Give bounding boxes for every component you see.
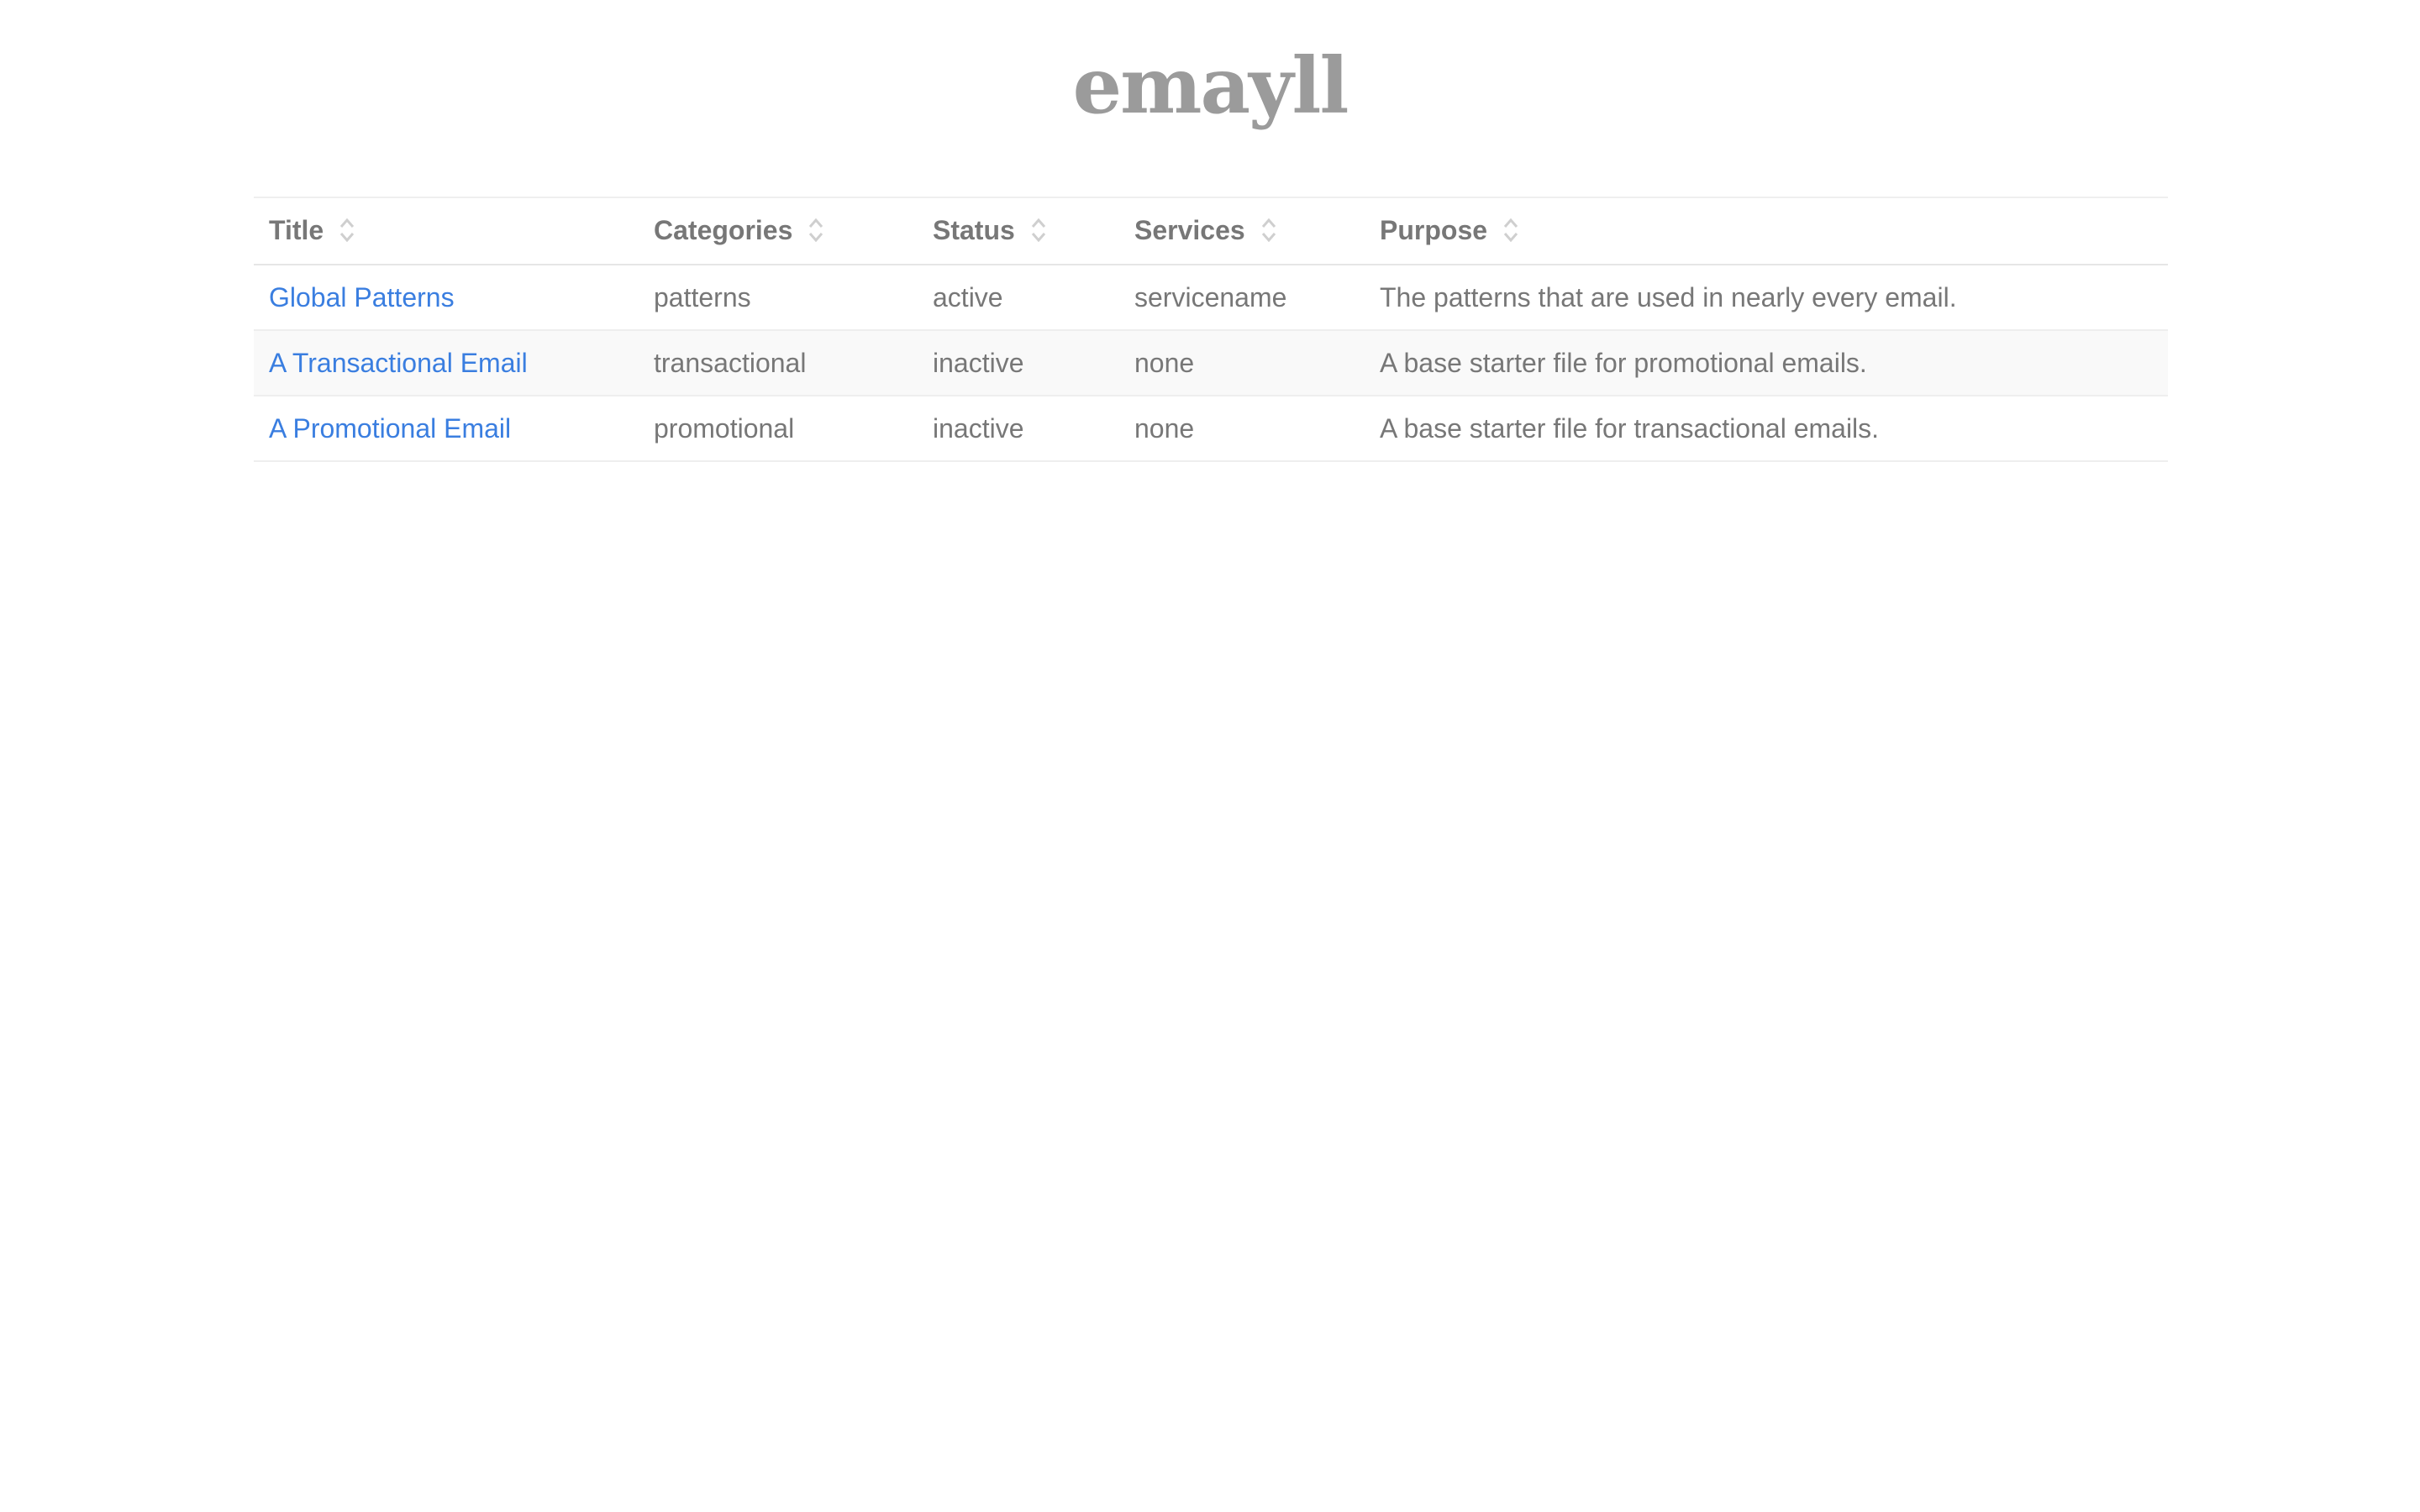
- templates-table: Title Categories Status Services Purpose…: [254, 197, 2168, 462]
- table-header: Title Categories Status Services Purpose: [254, 197, 2168, 265]
- table-row: A Transactional Email transactional inac…: [254, 330, 2168, 396]
- services-cell: none: [1134, 412, 1195, 444]
- services-cell: servicename: [1134, 281, 1287, 312]
- status-cell: active: [933, 281, 1003, 312]
- template-title-link[interactable]: Global Patterns: [269, 282, 455, 312]
- purpose-cell: A base starter file for transactional em…: [1380, 412, 1880, 444]
- column-header-label: Title: [269, 214, 324, 245]
- table-header-row: Title Categories Status Services Purpose: [254, 197, 2168, 265]
- table-row: A Promotional Email promotional inactive…: [254, 396, 2168, 461]
- template-title-link[interactable]: A Transactional Email: [269, 348, 528, 378]
- sort-updown-icon[interactable]: [339, 215, 355, 245]
- sort-updown-icon[interactable]: [1502, 215, 1519, 245]
- column-header-label: Status: [933, 214, 1015, 245]
- column-header-label: Services: [1134, 214, 1245, 245]
- sort-updown-icon[interactable]: [808, 215, 824, 245]
- column-header-services[interactable]: Services: [1119, 197, 1365, 265]
- template-title-link[interactable]: A Promotional Email: [269, 413, 511, 444]
- title-cell: A Promotional Email: [254, 396, 639, 461]
- column-header-label: Purpose: [1380, 214, 1488, 245]
- page: emayll Title Categories Status Services …: [0, 0, 2420, 1512]
- purpose-cell: The patterns that are used in nearly eve…: [1380, 281, 1957, 312]
- sort-updown-icon[interactable]: [1260, 215, 1277, 245]
- table-body: Global Patterns patterns active servicen…: [254, 265, 2168, 461]
- category-cell: patterns: [654, 281, 751, 312]
- services-cell: none: [1134, 347, 1195, 378]
- title-cell: A Transactional Email: [254, 330, 639, 396]
- column-header-categories[interactable]: Categories: [639, 197, 918, 265]
- column-header-title[interactable]: Title: [254, 197, 639, 265]
- sort-updown-icon[interactable]: [1030, 215, 1047, 245]
- purpose-cell: A base starter file for promotional emai…: [1380, 347, 1867, 378]
- app-logo: emayll: [1072, 40, 1349, 131]
- column-header-status[interactable]: Status: [918, 197, 1119, 265]
- category-cell: promotional: [654, 412, 795, 444]
- table-row: Global Patterns patterns active servicen…: [254, 265, 2168, 330]
- status-cell: inactive: [933, 412, 1024, 444]
- column-header-purpose[interactable]: Purpose: [1365, 197, 2168, 265]
- column-header-label: Categories: [654, 214, 793, 245]
- status-cell: inactive: [933, 347, 1024, 378]
- category-cell: transactional: [654, 347, 807, 378]
- title-cell: Global Patterns: [254, 265, 639, 330]
